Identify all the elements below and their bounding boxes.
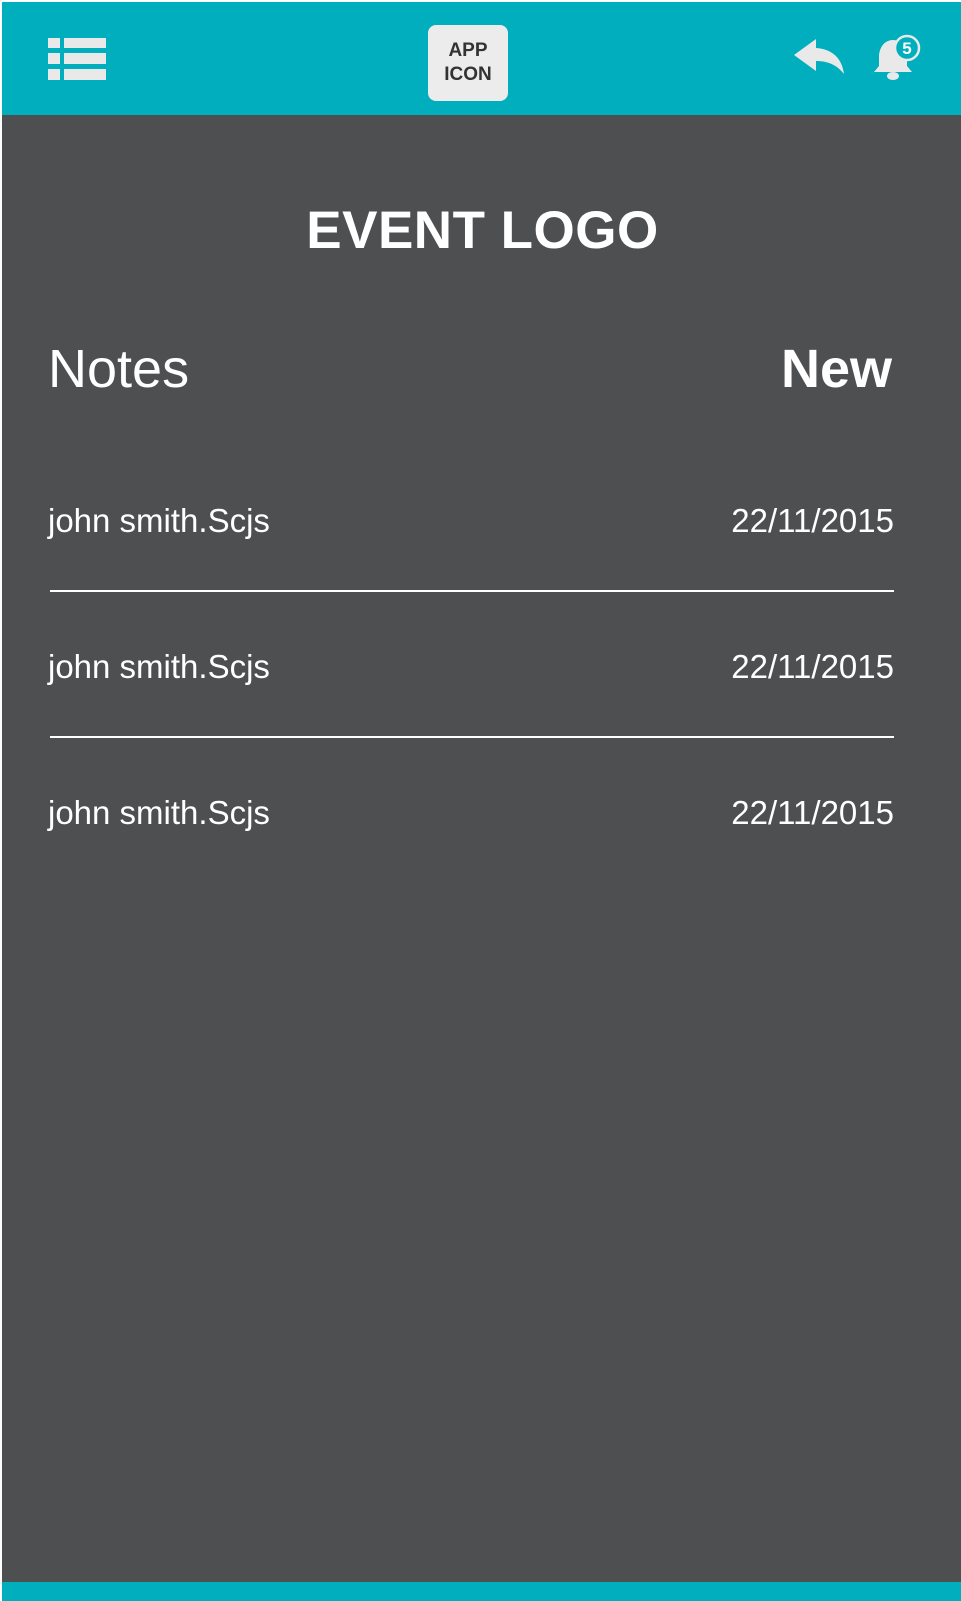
note-date: 22/11/2015 <box>731 648 894 685</box>
list-item[interactable]: john smith.Scjs 22/11/2015 <box>48 762 894 908</box>
section-title: Notes <box>48 339 190 399</box>
bottom-bar <box>2 1582 961 1601</box>
list-menu-icon <box>48 38 106 80</box>
list-item[interactable]: john smith.Scjs 22/11/2015 <box>48 616 894 762</box>
menu-button[interactable] <box>48 38 106 80</box>
note-author: john smith.Scjs <box>48 648 270 685</box>
notes-list: john smith.Scjs 22/11/2015 john smith.Sc… <box>48 470 894 908</box>
divider <box>50 736 894 738</box>
new-note-button[interactable]: New <box>781 338 892 400</box>
reply-back-icon <box>794 39 844 74</box>
note-date: 22/11/2015 <box>731 502 894 539</box>
back-button[interactable] <box>794 38 844 76</box>
top-bar: APP ICON 5 <box>2 0 961 115</box>
app-icon[interactable]: APP ICON <box>428 25 508 101</box>
app-icon-label-line1: APP <box>448 40 488 61</box>
notification-count-badge: 5 <box>902 39 911 58</box>
note-author: john smith.Scjs <box>48 794 270 831</box>
bell-icon: 5 <box>874 34 921 80</box>
notifications-button[interactable]: 5 <box>872 34 922 82</box>
note-date: 22/11/2015 <box>731 794 894 831</box>
event-logo: EVENT LOGO <box>306 201 659 260</box>
app-screen: APP ICON 5 EVENT LOGO Notes New john smi… <box>0 0 961 1601</box>
list-item[interactable]: john smith.Scjs 22/11/2015 <box>48 470 894 616</box>
app-icon-label-line2: ICON <box>444 64 492 85</box>
divider <box>50 590 894 592</box>
note-author: john smith.Scjs <box>48 502 270 539</box>
